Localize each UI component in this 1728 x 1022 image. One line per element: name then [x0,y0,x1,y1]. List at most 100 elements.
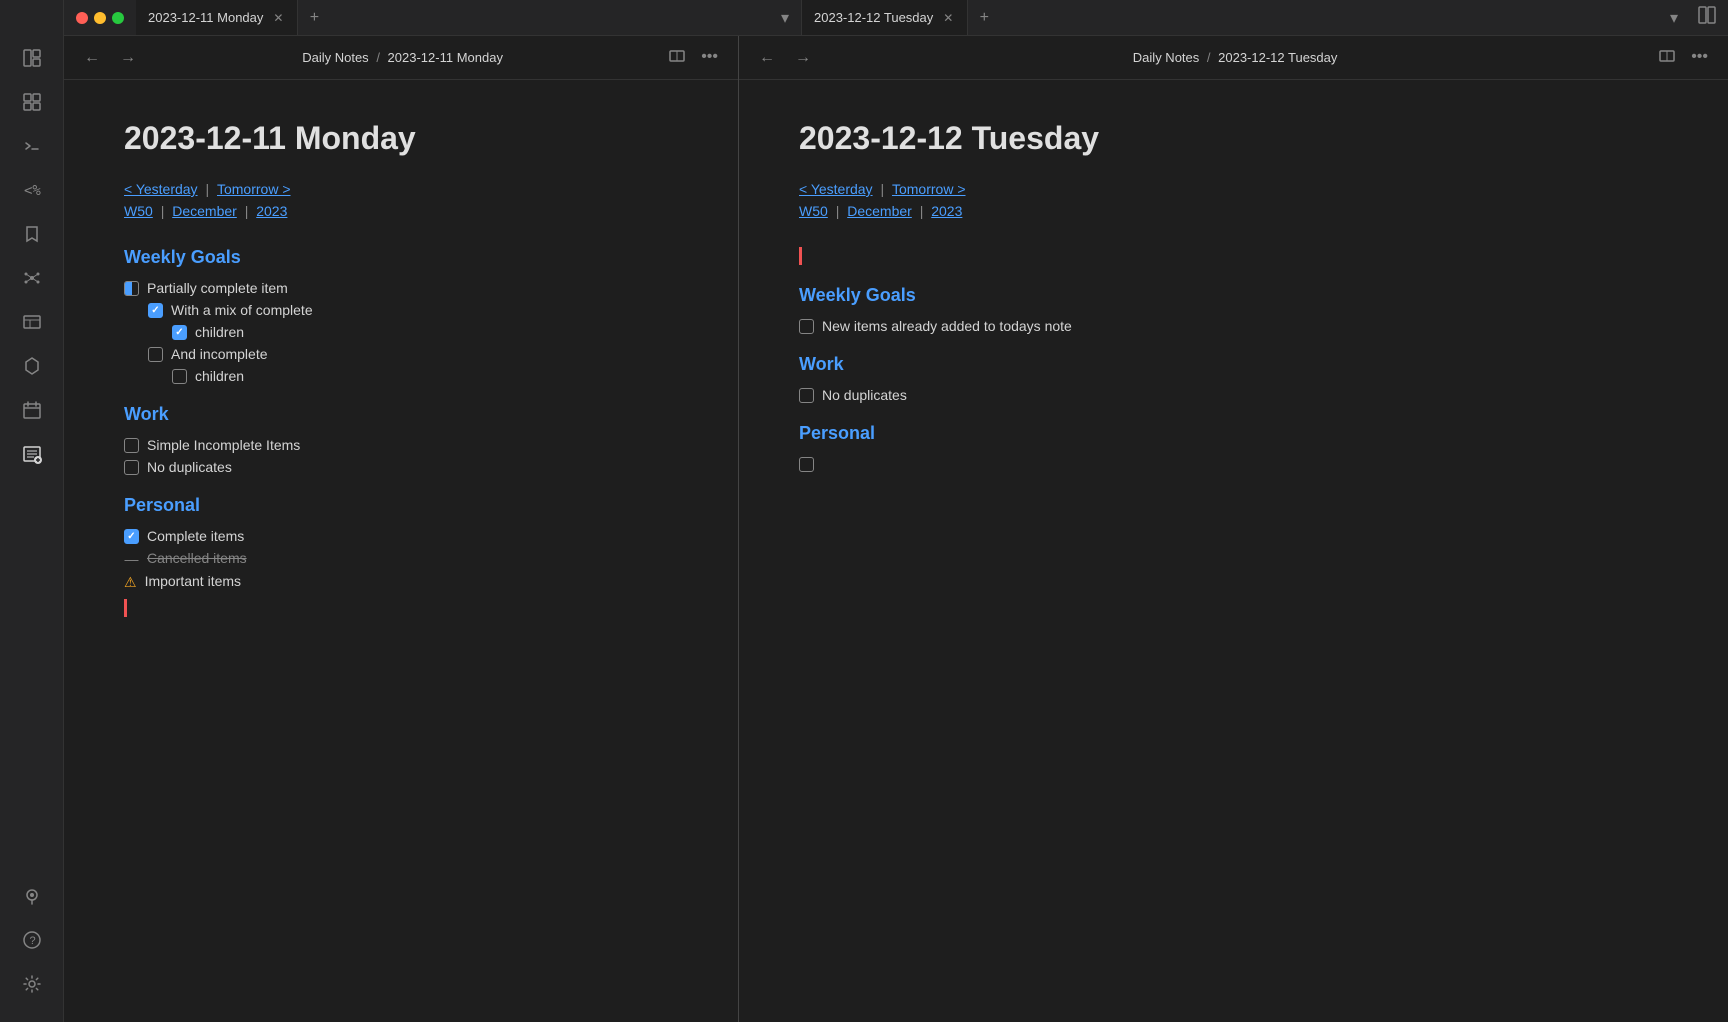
tab-left-dropdown[interactable]: ▾ [769,0,801,35]
sidebar-icon-terminal[interactable] [14,128,50,164]
checklist-item-1-1: With a mix of complete [148,302,678,318]
left-nav-w50[interactable]: W50 [124,203,153,219]
sidebar-icon-bookmark[interactable] [14,216,50,252]
tab-left-add[interactable]: + [298,0,330,35]
right-checklist-item-personal-1 [799,456,1668,472]
sidebar-icon-settings[interactable] [14,966,50,1002]
right-item-1-text: New items already added to todays note [822,318,1072,334]
sidebar-icon-layout[interactable] [14,40,50,76]
right-nav-w50[interactable]: W50 [799,203,828,219]
right-pane-more-icon[interactable]: ••• [1687,44,1712,71]
right-nav-yesterday[interactable]: < Yesterday [799,181,873,197]
left-nav-2023[interactable]: 2023 [256,203,287,219]
item-personal-1-text: Complete items [147,528,244,544]
right-breadcrumb-sep: / [1207,50,1214,65]
item-1-2-text: And incomplete [171,346,268,362]
left-nav-links-row2: W50 | December | 2023 [124,203,678,219]
right-nav-tomorrow[interactable]: Tomorrow > [892,181,966,197]
right-nav-december[interactable]: December [847,203,912,219]
tab-left[interactable]: 2023-12-11 Monday ✕ [136,0,298,35]
item-1-1-text: With a mix of complete [171,302,313,318]
left-nav-december[interactable]: December [172,203,237,219]
right-section-weekly-goals: Weekly Goals [799,285,1668,306]
left-section-personal: Personal [124,495,678,516]
sidebar-icon-calendar[interactable] [14,392,50,428]
left-nav-links-row1: < Yesterday | Tomorrow > [124,181,678,197]
right-nav-2023[interactable]: 2023 [931,203,962,219]
checkbox-empty-1[interactable] [148,347,163,362]
svg-text:?: ? [29,935,35,947]
right-nav-sep1: | [880,181,888,197]
right-pane-content: 2023-12-12 Tuesday < Yesterday | Tomorro… [739,80,1728,1022]
checklist-item-1-2: And incomplete [148,346,678,362]
right-checkbox-work-1[interactable] [799,388,814,403]
right-note-title: 2023-12-12 Tuesday [799,120,1668,157]
right-item-work-1-text: No duplicates [822,387,907,403]
right-nav-links-row1: < Yesterday | Tomorrow > [799,181,1668,197]
left-pane-more-icon[interactable]: ••• [697,44,722,71]
tab-right-close[interactable]: ✕ [941,9,955,27]
sidebar-icon-pin[interactable] [14,878,50,914]
tab-right-dropdown[interactable]: ▾ [1658,8,1690,28]
sidebar-icon-list[interactable] [14,436,50,472]
left-cursor-area [124,599,678,617]
sidebar-icon-percent[interactable]: <% [14,172,50,208]
left-pane-content: 2023-12-11 Monday < Yesterday | Tomorrow… [64,80,738,1022]
left-pane-header: ← → Daily Notes / 2023-12-11 Monday ••• [64,36,738,80]
checkbox-checked-2[interactable] [172,325,187,340]
tab-right-add[interactable]: + [968,0,1000,35]
left-nav-yesterday[interactable]: < Yesterday [124,181,198,197]
top-bar: 2023-12-11 Monday ✕ + ▾ 2023-12-12 Tuesd… [64,0,1728,36]
checkbox-work-1[interactable] [124,438,139,453]
checkbox-checked-1[interactable] [148,303,163,318]
checkbox-work-2[interactable] [124,460,139,475]
sidebar-icon-graph[interactable] [14,260,50,296]
left-breadcrumb-sep: / [376,50,383,65]
left-pane-back[interactable]: ← [80,45,104,71]
left-pane-forward[interactable]: → [116,45,140,71]
tab-left-title: 2023-12-11 Monday [148,10,263,25]
item-1-text: Partially complete item [147,280,288,296]
right-pane-breadcrumb: Daily Notes / 2023-12-12 Tuesday [827,50,1643,65]
right-pane-back[interactable]: ← [755,45,779,71]
left-section-weekly-goals: Weekly Goals [124,247,678,268]
right-checkbox-personal-1[interactable] [799,457,814,472]
item-1-1-1-text: children [195,324,244,340]
left-pane-reader-icon[interactable] [665,44,689,71]
checkbox-partial[interactable] [124,281,139,296]
checklist-item-personal-2: — Cancelled items [124,550,678,567]
traffic-light-red[interactable] [76,12,88,24]
sidebar-icon-plugin[interactable] [14,348,50,384]
left-nav-sep1: | [205,181,213,197]
right-pane-forward[interactable]: → [791,45,815,71]
item-personal-3-text: Important items [145,573,241,589]
right-checklist-item-1: New items already added to todays note [799,318,1668,334]
traffic-light-green[interactable] [112,12,124,24]
left-cursor [124,599,127,617]
item-personal-2-text: Cancelled items [147,550,247,566]
checklist-item-1-2-1: children [172,368,678,384]
sidebar-icon-table[interactable] [14,304,50,340]
sidebar-icon-dashboard[interactable] [14,84,50,120]
checklist-item-work-1: Simple Incomplete Items [124,437,678,453]
left-breadcrumb-part2: 2023-12-11 Monday [388,50,503,65]
tab-left-close[interactable]: ✕ [271,9,285,27]
right-checklist-item-work-1: No duplicates [799,387,1668,403]
item-work-2-text: No duplicates [147,459,232,475]
left-nav-tomorrow[interactable]: Tomorrow > [217,181,291,197]
traffic-light-yellow[interactable] [94,12,106,24]
checklist-item-1-1-1: children [172,324,678,340]
right-cursor-top [799,247,802,265]
checkbox-empty-2[interactable] [172,369,187,384]
right-pane-reader-icon[interactable] [1655,44,1679,71]
top-bar-left: 2023-12-11 Monday ✕ + ▾ [64,0,802,35]
sidebar-icon-help[interactable]: ? [14,922,50,958]
left-pane-actions: ••• [665,44,722,71]
sidebar: <% [0,0,64,1022]
layout-toggle-icon[interactable] [1698,6,1716,29]
right-breadcrumb-part1: Daily Notes [1133,50,1199,65]
right-checkbox-1[interactable] [799,319,814,334]
tab-right[interactable]: 2023-12-12 Tuesday ✕ [802,0,968,35]
right-pane-actions: ••• [1655,44,1712,71]
checkbox-personal-1[interactable] [124,529,139,544]
